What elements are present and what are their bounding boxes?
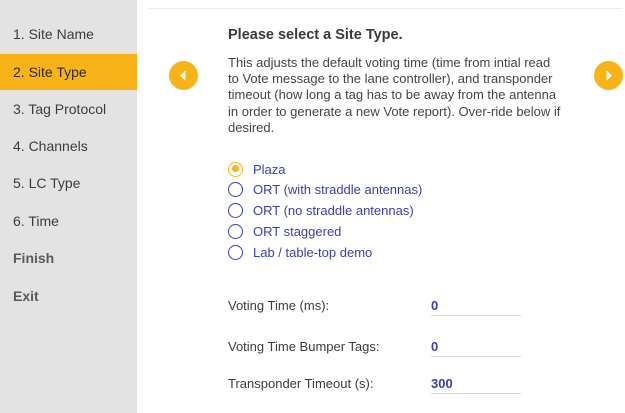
radio-unchecked-icon[interactable] (228, 181, 243, 197)
radio-unchecked-icon[interactable] (228, 244, 243, 260)
transponder-timeout-label: Transponder Timeout (s): (228, 376, 374, 391)
radio-option-lab-demo[interactable]: Lab / table-top demo (228, 243, 372, 261)
wizard-sidebar: 1. Site Name 2. Site Type 3. Tag Protoco… (0, 0, 137, 413)
chevron-left-icon (180, 70, 186, 81)
radio-checked-icon[interactable] (228, 161, 243, 177)
radio-option-ort-staggered[interactable]: ORT staggered (228, 222, 341, 240)
voting-time-input[interactable] (431, 296, 521, 316)
radio-label: Plaza (253, 161, 286, 177)
top-divider (148, 8, 622, 9)
sidebar-item-site-type[interactable]: 2. Site Type (0, 54, 137, 90)
sidebar-item-tag-protocol[interactable]: 3. Tag Protocol (0, 91, 137, 127)
transponder-timeout-input[interactable] (431, 374, 521, 394)
previous-button[interactable] (169, 61, 198, 90)
sidebar-item-lc-type[interactable]: 5. LC Type (0, 165, 137, 201)
radio-unchecked-icon[interactable] (228, 202, 243, 218)
page-title: Please select a Site Type. (228, 27, 403, 43)
radio-label: ORT staggered (253, 223, 342, 239)
voting-time-label: Voting Time (ms): (228, 298, 330, 313)
radio-unchecked-icon[interactable] (228, 223, 243, 239)
radio-label: Lab / table-top demo (253, 244, 373, 260)
sidebar-item-exit[interactable]: Exit (0, 278, 137, 314)
chevron-right-icon (606, 70, 612, 81)
sidebar-item-time[interactable]: 6. Time (0, 203, 137, 239)
voting-time-bumper-input[interactable] (431, 337, 521, 357)
sidebar-item-site-name[interactable]: 1. Site Name (0, 16, 137, 52)
next-button[interactable] (594, 61, 623, 90)
description-text: This adjusts the default voting time (ti… (228, 55, 561, 135)
radio-option-ort-with-straddle[interactable]: ORT (with straddle antennas) (228, 180, 422, 198)
voting-time-bumper-label: Voting Time Bumper Tags: (228, 339, 380, 354)
radio-option-plaza[interactable]: Plaza (228, 160, 286, 178)
sidebar-item-finish[interactable]: Finish (0, 240, 137, 276)
radio-label: ORT (with straddle antennas) (253, 181, 423, 197)
sidebar-item-channels[interactable]: 4. Channels (0, 128, 137, 164)
radio-label: ORT (no straddle antennas) (253, 202, 414, 218)
radio-option-ort-no-straddle[interactable]: ORT (no straddle antennas) (228, 201, 414, 219)
